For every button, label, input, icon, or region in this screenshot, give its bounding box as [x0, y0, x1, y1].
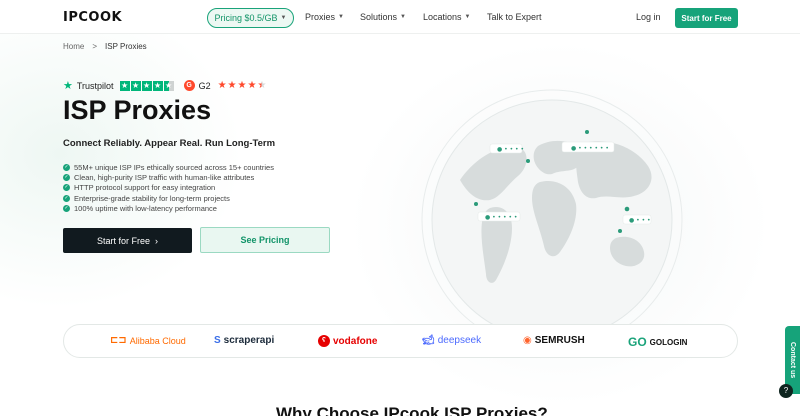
star-icon: ★ [227, 79, 237, 91]
feature-list: ✓ 55M+ unique ISP IPs ethically sourced a… [63, 162, 274, 214]
check-icon: ✓ [63, 163, 70, 171]
site-logo[interactable]: IPCOOK [63, 10, 122, 25]
star-icon: ★ [217, 79, 227, 91]
section-title: Why Choose IPcook ISP Proxies? [276, 404, 548, 416]
nav-item-talk-to-expert[interactable]: Talk to Expert [487, 12, 542, 22]
ratings-row: ★ Trustpilot ★ ★ ★ ★ ★ G G2 ★ ★ ★ ★ ★ [63, 79, 266, 92]
partner-logo-strip: ⊏⊐ Alibaba Cloud S scraperapi ʕ vodafone… [63, 324, 738, 358]
chevron-down-icon: ▼ [400, 14, 406, 20]
feature-item: ✓ Clean, high-purity ISP traffic with hum… [63, 172, 274, 182]
svg-text:● • • •: ● • • • [629, 217, 651, 224]
trustpilot-star-icon: ★ [63, 80, 73, 92]
pricing-pill-label: Pricing $0.5/GB [214, 13, 278, 23]
help-icon[interactable]: ? [779, 384, 793, 398]
brand-vodafone: ʕ vodafone [318, 335, 377, 347]
login-link[interactable]: Log in [636, 12, 661, 22]
globe-illustration: ● • • • • ● • • • • • • ● • • • • • ● • … [421, 89, 683, 351]
nav-item-locations[interactable]: Locations ▼ [423, 12, 470, 22]
breadcrumb: Home > ISP Proxies [63, 42, 147, 51]
feature-item: ✓ 100% uptime with low-latency performanc… [63, 204, 274, 214]
brand-semrush: ◉ SEMRUSH [523, 335, 585, 346]
breadcrumb-separator: > [92, 42, 98, 51]
check-icon: ✓ [63, 194, 70, 202]
deepseek-icon: 🐋︎ [422, 335, 435, 346]
chevron-right-icon: › [155, 235, 158, 246]
star-icon: ★ [130, 80, 141, 91]
star-icon: ★ [119, 80, 130, 91]
feature-text: 100% uptime with low-latency performance [74, 204, 217, 214]
trustpilot-rating: ★ ★ ★ ★ ★ [119, 80, 174, 91]
brand-name: Alibaba Cloud [129, 335, 186, 346]
brand-name: scraperapi [223, 335, 275, 346]
brand-gologin: GO GOLOGIN [628, 335, 687, 349]
feature-item: ✓ 55M+ unique ISP IPs ethically sourced a… [63, 162, 274, 172]
brand-name: GOLOGIN [649, 337, 688, 347]
g2-rating: ★ ★ ★ ★ ★ [217, 79, 267, 91]
top-navbar: IPCOOK Pricing $0.5/GB ▼ Proxies ▼ Solut… [0, 0, 800, 34]
check-icon: ✓ [63, 205, 70, 213]
star-icon: ★ [152, 80, 163, 91]
nav-item-label: Proxies [305, 12, 336, 22]
feature-item: ✓ HTTP protocol support for easy integrat… [63, 183, 274, 193]
nav-item-label: Locations [423, 12, 462, 22]
half-star-icon: ★ [257, 79, 267, 91]
brand-name: deepseek [437, 335, 482, 346]
nav-item-proxies[interactable]: Proxies ▼ [305, 12, 344, 22]
brand-name: vodafone [333, 335, 378, 347]
star-icon: ★ [237, 79, 247, 91]
feature-text: HTTP protocol support for easy integrati… [74, 183, 216, 193]
check-icon: ✓ [63, 174, 70, 182]
brand-name: SEMRUSH [534, 335, 585, 346]
contact-us-label: Contact us [789, 341, 796, 379]
chevron-down-icon: ▼ [464, 14, 471, 20]
svg-text:● • • • •: ● • • • • [497, 146, 524, 153]
chevron-down-icon: ▼ [280, 15, 287, 21]
scraperapi-icon: S [214, 335, 221, 346]
feature-text: Clean, high-purity ISP traffic with huma… [74, 173, 255, 183]
vodafone-icon: ʕ [318, 335, 330, 347]
nav-item-solutions[interactable]: Solutions ▼ [360, 12, 406, 22]
trustpilot-label: Trustpilot [76, 80, 114, 91]
brand-alibaba: ⊏⊐ Alibaba Cloud [110, 335, 186, 346]
gologin-icon: GO [628, 335, 647, 349]
star-icon: ★ [141, 80, 152, 91]
breadcrumb-current: ISP Proxies [105, 42, 147, 51]
svg-text:● • • • • •: ● • • • • • [485, 214, 517, 221]
brand-deepseek: 🐋︎ deepseek [422, 335, 481, 346]
start-free-button[interactable]: Start for Free › [63, 228, 192, 253]
star-icon: ★ [247, 79, 257, 91]
breadcrumb-home[interactable]: Home [63, 42, 84, 51]
feature-text: Enterprise-grade stability for long-term… [74, 193, 230, 203]
feature-item: ✓ Enterprise-grade stability for long-ter… [63, 193, 274, 203]
chevron-down-icon: ▼ [338, 14, 344, 20]
see-pricing-button[interactable]: See Pricing [200, 227, 330, 253]
check-icon: ✓ [63, 184, 70, 192]
feature-text: 55M+ unique ISP IPs ethically sourced ac… [74, 162, 274, 172]
hero-subtitle: Connect Reliably. Appear Real. Run Long-… [63, 138, 276, 149]
alibaba-icon: ⊏⊐ [110, 335, 127, 346]
brand-scraperapi: S scraperapi [214, 335, 274, 346]
svg-text:● • • • • • •: ● • • • • • • [571, 145, 609, 152]
half-star-icon: ★ [163, 80, 174, 91]
semrush-icon: ◉ [523, 335, 532, 346]
start-free-label: Start for Free [96, 235, 150, 246]
nav-start-free-button[interactable]: Start for Free [675, 8, 738, 28]
page-title: ISP Proxies [63, 95, 212, 125]
nav-item-label: Talk to Expert [487, 12, 542, 22]
nav-item-label: Solutions [360, 12, 398, 22]
pricing-pill-button[interactable]: Pricing $0.5/GB ▼ [207, 8, 294, 28]
g2-label: G2 [198, 80, 211, 91]
g2-logo-icon: G [183, 80, 195, 91]
